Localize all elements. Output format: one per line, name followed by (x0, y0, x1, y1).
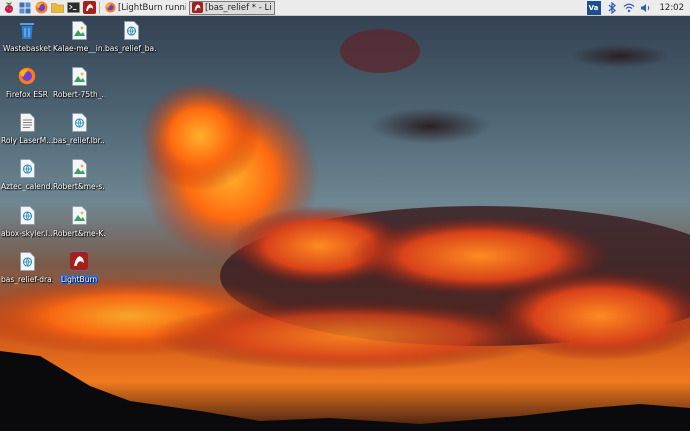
system-tray: Va 12:02 (582, 0, 690, 16)
desktop-icon-bas-relief-dra[interactable]: bas_relief-dra... (1, 251, 53, 284)
desktop-icon-lightburn[interactable]: LightBurn (53, 251, 105, 284)
desktop-icon-label: abox-skyler.l... (1, 229, 53, 238)
wifi-icon[interactable] (623, 2, 635, 14)
taskbar-window-label: [bas_relief * - LightBu... (205, 2, 271, 13)
taskbar-window-label: [LightBurn running o... (118, 2, 186, 13)
desktop-icon-label: Robert&me-s... (53, 182, 105, 191)
desktop-icon-kalae-me[interactable]: Kalae-me__in... (53, 20, 105, 53)
desktop-icon-label: bas_relief_ba... (105, 44, 157, 53)
desktop-icon-label: Aztec_calend... (1, 182, 53, 191)
taskbar-separator (99, 1, 100, 14)
image-file-icon (70, 66, 88, 86)
desktop-icon-robert-me-k[interactable]: Robert&me-K... (53, 205, 105, 238)
desktop-icon-label: bas_relief.lbr... (53, 136, 105, 145)
firefox-icon (18, 66, 36, 86)
vnc-icon[interactable]: Va (586, 1, 601, 15)
clock[interactable]: 12:02 (660, 3, 685, 13)
taskbar: [LightBurn running o... [bas_relief * - … (0, 0, 690, 16)
lightburn-file-icon (18, 251, 36, 271)
show-desktop-icon[interactable] (18, 1, 32, 15)
lightburn-file-icon (18, 158, 36, 178)
lightburn-file-icon (122, 20, 140, 40)
vnc-label: Va (588, 4, 599, 12)
file-manager-icon[interactable] (50, 1, 64, 15)
lightburn-file-icon (70, 112, 88, 132)
desktop-icon-label: Kalae-me__in... (53, 44, 105, 53)
bluetooth-icon[interactable] (606, 2, 618, 14)
taskbar-window-lightburn[interactable]: [bas_relief * - LightBu... (189, 0, 275, 15)
desktop-icon-robert-me-s[interactable]: Robert&me-s... (53, 158, 105, 191)
raspberry-menu-icon[interactable] (2, 1, 16, 15)
desktop-icon-roly-laserm[interactable]: Roly LaserM... (1, 112, 53, 145)
desktop-icon-bas-relief-ba[interactable]: bas_relief_ba... (105, 20, 157, 53)
desktop-icon-bas-relief-lbr[interactable]: bas_relief.lbr... (53, 112, 105, 145)
desktop-icon-label: LightBurn (59, 275, 99, 284)
desktop-icon-robert-75th[interactable]: Robert-75th_... (53, 66, 105, 99)
firefox-icon (105, 2, 116, 13)
text-file-icon (18, 112, 36, 132)
desktop-icon-label: Roly LaserM... (1, 136, 53, 145)
desktop-icon-label: Firefox ESR (6, 90, 48, 99)
firefox-icon[interactable] (34, 1, 48, 15)
image-file-icon (70, 20, 88, 40)
terminal-icon[interactable] (66, 1, 80, 15)
wastebasket-icon (18, 20, 36, 40)
desktop-icon-label: Robert&me-K... (53, 229, 105, 238)
image-file-icon (70, 158, 88, 178)
taskbar-window-firefox[interactable]: [LightBurn running o... (103, 1, 189, 15)
desktop-icon-firefox[interactable]: Firefox ESR (1, 66, 53, 99)
desktop-icon-label: Wastebasket (3, 44, 51, 53)
desktop-icon-wastebasket[interactable]: Wastebasket (1, 20, 53, 53)
desktop-icon-label: Robert-75th_... (53, 90, 105, 99)
lightburn-app-icon (70, 251, 88, 271)
lightburn-file-icon (18, 205, 36, 225)
lightburn-icon (192, 2, 203, 13)
image-file-icon (70, 205, 88, 225)
desktop-icon-label: bas_relief-dra... (1, 275, 53, 284)
desktop-icon-aztec-calend[interactable]: Aztec_calend... (1, 158, 53, 191)
volume-icon[interactable] (640, 2, 652, 14)
desktop-icon-abox-skyler[interactable]: abox-skyler.l... (1, 205, 53, 238)
lightburn-icon[interactable] (82, 1, 96, 15)
